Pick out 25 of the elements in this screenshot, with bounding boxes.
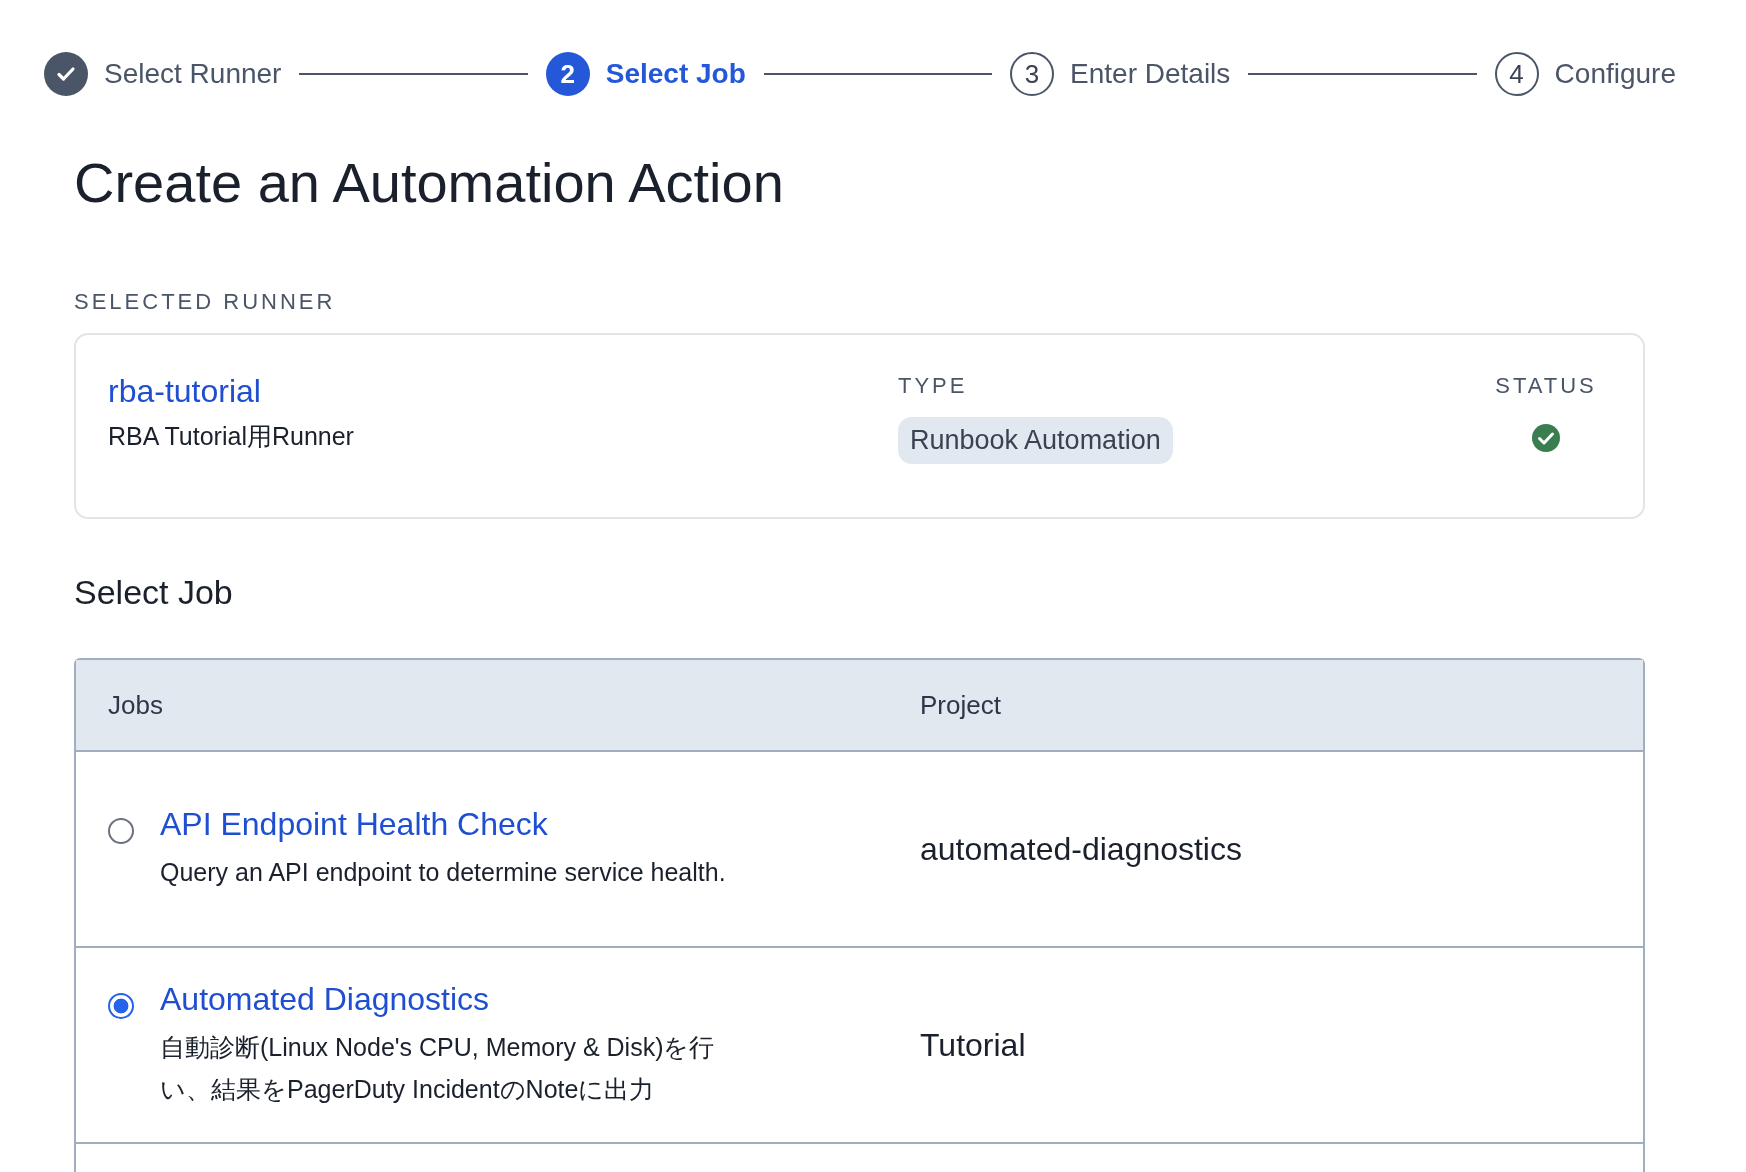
step-label: Select Job xyxy=(605,58,746,90)
runner-link[interactable]: rba-tutorial xyxy=(108,373,261,410)
project-cell-text: Tutorial xyxy=(920,1026,1027,1064)
job-link[interactable]: Automated Diagnostics xyxy=(160,980,490,1018)
type-badge: Runbook Automation xyxy=(898,417,1173,464)
radio-button[interactable] xyxy=(108,817,134,844)
step-label: Select Runner xyxy=(104,58,282,90)
step-number: 3 xyxy=(1010,52,1055,96)
section-label: SELECTED RUNNER xyxy=(74,289,337,315)
section-heading: Select Job xyxy=(74,573,234,612)
job-description: 自動診断(Linux Node's CPU, Memory & Disk)を行い、結果をPagerDuty IncidentのNoteに出力 xyxy=(160,1031,716,1105)
step-label: Enter Details xyxy=(1070,58,1231,90)
page-title: Create an Automation Action xyxy=(74,150,785,215)
column-header: Project xyxy=(920,689,1002,721)
radio-button[interactable] xyxy=(108,992,134,1019)
job-link[interactable]: API Endpoint Health Check xyxy=(160,805,548,843)
type-label: TYPE xyxy=(898,373,968,399)
status-label: STATUS xyxy=(1495,373,1597,399)
runner-description: RBA Tutorial用Runner xyxy=(108,421,354,452)
column-header: Jobs xyxy=(108,689,164,721)
project-cell-text: automated-diagnostics xyxy=(920,830,1243,868)
step-label: Configure xyxy=(1554,58,1676,90)
step-number: 4 xyxy=(1494,52,1539,96)
job-description: Query an API endpoint to determine service health. xyxy=(160,856,726,888)
step-number: 2 xyxy=(545,52,590,96)
